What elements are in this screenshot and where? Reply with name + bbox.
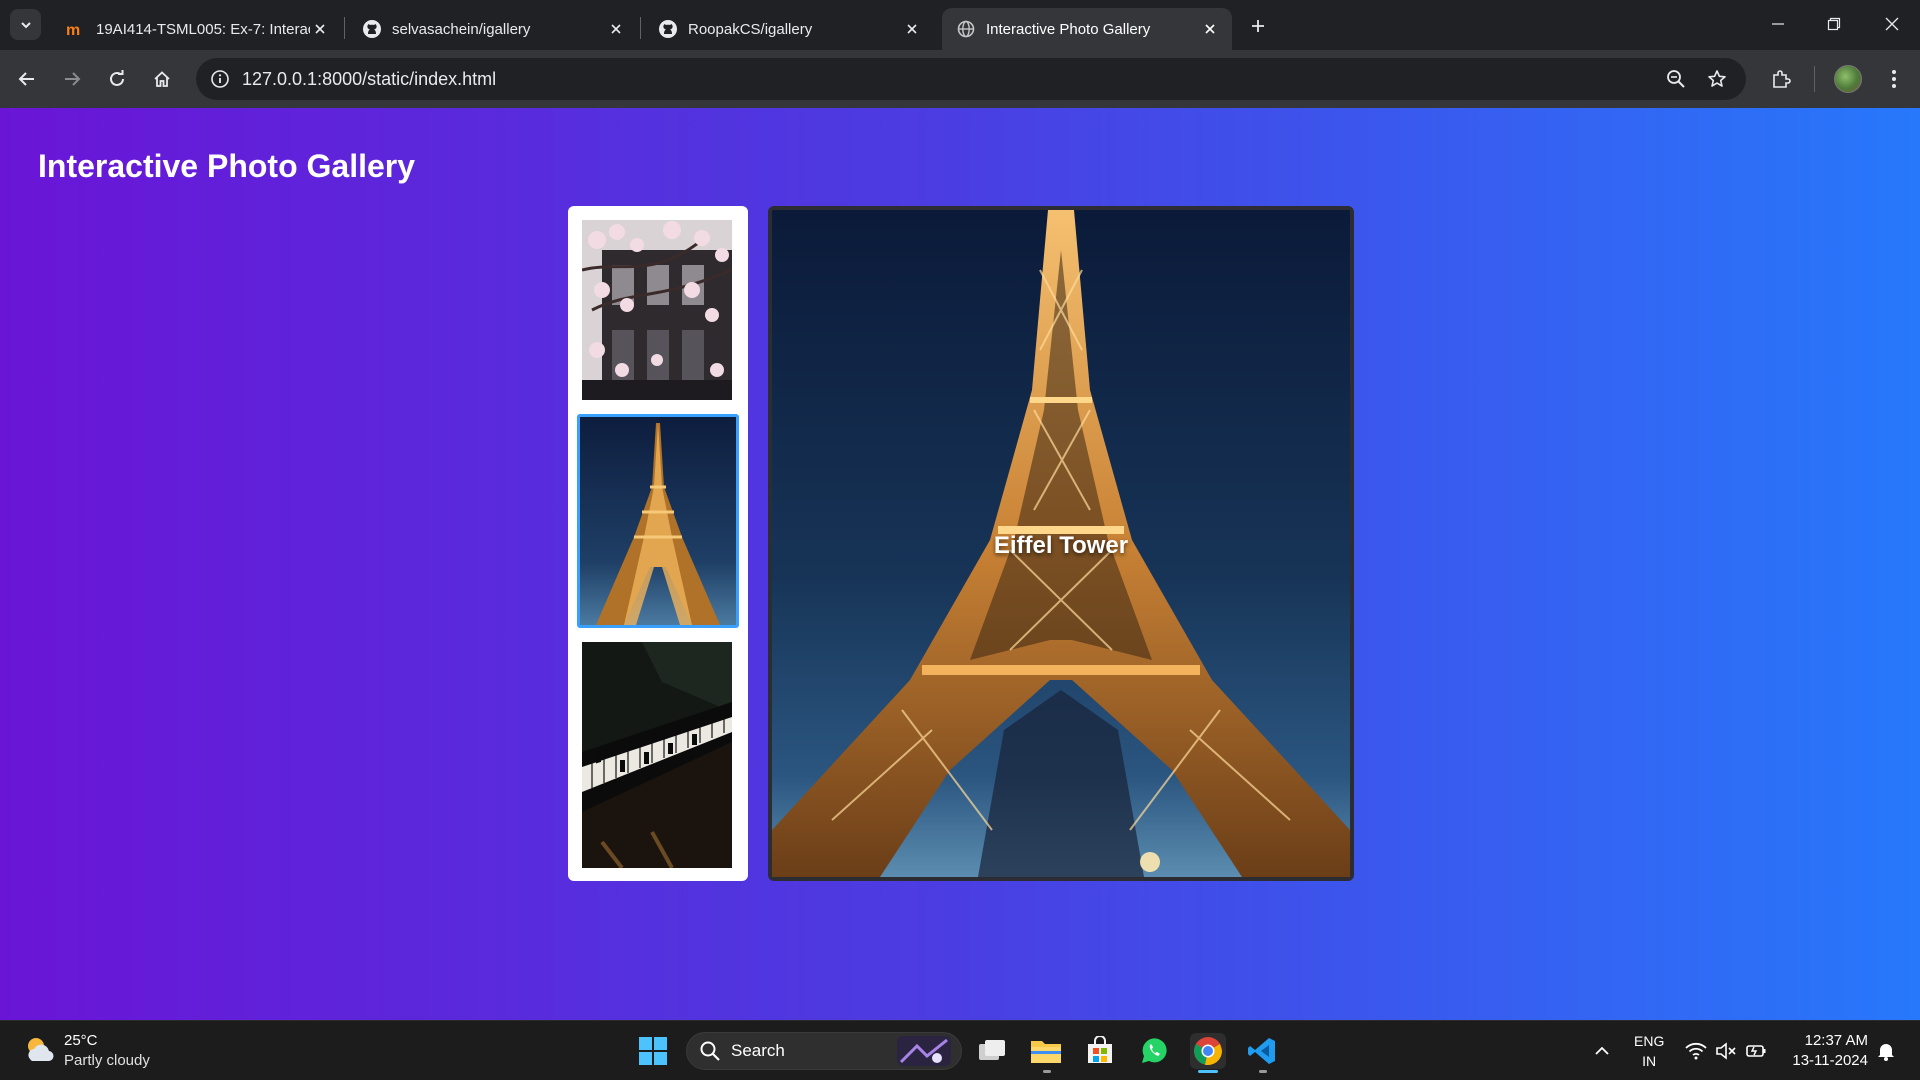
tab-title: 19AI414-TSML005: Ex-7: Interac	[96, 20, 310, 38]
thumbnail-panel	[568, 206, 748, 881]
search-highlight-icon	[897, 1036, 951, 1066]
kebab-menu-icon	[1892, 70, 1896, 88]
page-title: Interactive Photo Gallery	[38, 148, 416, 184]
back-button[interactable]	[11, 63, 43, 95]
running-indicator	[1043, 1070, 1051, 1073]
tab-divider	[640, 17, 641, 39]
taskbar-search[interactable]: Search	[686, 1032, 962, 1070]
minimize-button[interactable]	[1758, 8, 1798, 40]
language-code: ENG	[1634, 1033, 1665, 1049]
new-tab-button[interactable]	[1244, 12, 1272, 40]
thumbnail-eiffel-tower[interactable]	[577, 414, 739, 628]
url-text[interactable]: 127.0.0.1:8000/static/index.html	[242, 69, 496, 90]
clock-date: 13-11-2024	[1792, 1052, 1868, 1069]
page-viewport: Interactive Photo Gallery Eiffel Tower	[0, 108, 1920, 1020]
home-button[interactable]	[146, 63, 178, 95]
weather-description[interactable]: Partly cloudy	[64, 1052, 150, 1069]
arrow-left-icon	[18, 72, 34, 86]
search-icon	[700, 1041, 720, 1061]
taskbar: 25°C Partly cloudy Search ENG IN 12:37 A…	[0, 1020, 1920, 1080]
github-icon	[362, 19, 382, 39]
task-view-icon[interactable]	[974, 1033, 1010, 1069]
home-icon	[154, 71, 170, 87]
tab-github-selvasachein[interactable]: selvasachein/igallery	[348, 8, 638, 50]
battery-icon[interactable]	[1738, 1033, 1774, 1069]
github-icon	[658, 19, 678, 39]
moodle-icon: m	[66, 19, 86, 39]
browser-tab-strip: m 19AI414-TSML005: Ex-7: Interac selvasa…	[0, 0, 1920, 50]
notification-bell-icon[interactable]	[1868, 1033, 1904, 1069]
thumbnail-cherry-blossom[interactable]	[582, 220, 732, 400]
reload-icon	[110, 70, 124, 86]
thumbnail-piano[interactable]	[582, 642, 732, 868]
site-info-icon[interactable]	[200, 58, 240, 100]
zoom-icon[interactable]	[1660, 63, 1692, 95]
bookmark-star-icon[interactable]	[1701, 63, 1733, 95]
svg-text:m: m	[66, 22, 80, 37]
close-icon[interactable]	[310, 19, 330, 39]
language-region: IN	[1642, 1053, 1657, 1069]
taskbar-search-label: Search	[731, 1041, 785, 1060]
windows-start-icon[interactable]	[638, 1036, 668, 1066]
extensions-button[interactable]	[1765, 63, 1797, 95]
chevron-up-icon[interactable]	[1584, 1033, 1620, 1069]
whatsapp-icon[interactable]	[1136, 1033, 1172, 1069]
weather-icon[interactable]	[22, 1033, 56, 1067]
file-explorer-icon[interactable]	[1028, 1033, 1064, 1073]
vscode-icon[interactable]	[1244, 1033, 1280, 1073]
globe-icon	[956, 19, 976, 39]
tab-title: RoopakCS/igallery	[688, 20, 813, 38]
toolbar-divider	[1814, 66, 1815, 92]
running-indicator	[1198, 1070, 1218, 1073]
tab-divider	[344, 17, 345, 39]
microsoft-store-icon[interactable]	[1082, 1033, 1118, 1069]
close-icon	[1885, 17, 1899, 31]
browser-toolbar: 127.0.0.1:8000/static/index.html	[0, 50, 1920, 108]
restore-icon	[1827, 17, 1841, 31]
avatar[interactable]	[1834, 65, 1862, 93]
chevron-down-icon	[20, 21, 31, 28]
system-clock[interactable]: 12:37 AM 13-11-2024	[1782, 1031, 1868, 1071]
language-indicator[interactable]: ENG IN	[1634, 1031, 1664, 1071]
puzzle-icon	[1773, 70, 1791, 88]
clock-time: 12:37 AM	[1804, 1032, 1868, 1049]
tab-github-roopakcs[interactable]: RoopakCS/igallery	[644, 8, 934, 50]
close-icon[interactable]	[1200, 19, 1220, 39]
forward-button[interactable]	[56, 63, 88, 95]
close-icon[interactable]	[902, 19, 922, 39]
image-caption: Eiffel Tower	[993, 532, 1129, 559]
tab-title: Interactive Photo Gallery	[986, 20, 1151, 38]
arrow-right-icon	[65, 72, 81, 86]
tab-moodle[interactable]: m 19AI414-TSML005: Ex-7: Interac	[52, 8, 342, 50]
close-icon[interactable]	[606, 19, 626, 39]
main-image-viewer: Eiffel Tower	[768, 206, 1354, 881]
tab-title: selvasachein/igallery	[392, 20, 531, 38]
reload-button[interactable]	[101, 63, 133, 95]
tab-interactive-photo-gallery[interactable]: Interactive Photo Gallery	[942, 8, 1232, 50]
plus-icon	[1252, 20, 1264, 32]
running-indicator	[1259, 1070, 1267, 1073]
chrome-icon[interactable]	[1190, 1033, 1226, 1073]
menu-button[interactable]	[1878, 63, 1910, 95]
address-bar[interactable]: 127.0.0.1:8000/static/index.html	[196, 58, 1746, 100]
close-window-button[interactable]	[1872, 8, 1912, 40]
tab-search-button[interactable]	[10, 9, 41, 40]
restore-button[interactable]	[1814, 8, 1854, 40]
weather-temperature[interactable]: 25°C	[64, 1032, 98, 1049]
minimize-icon	[1772, 23, 1784, 25]
